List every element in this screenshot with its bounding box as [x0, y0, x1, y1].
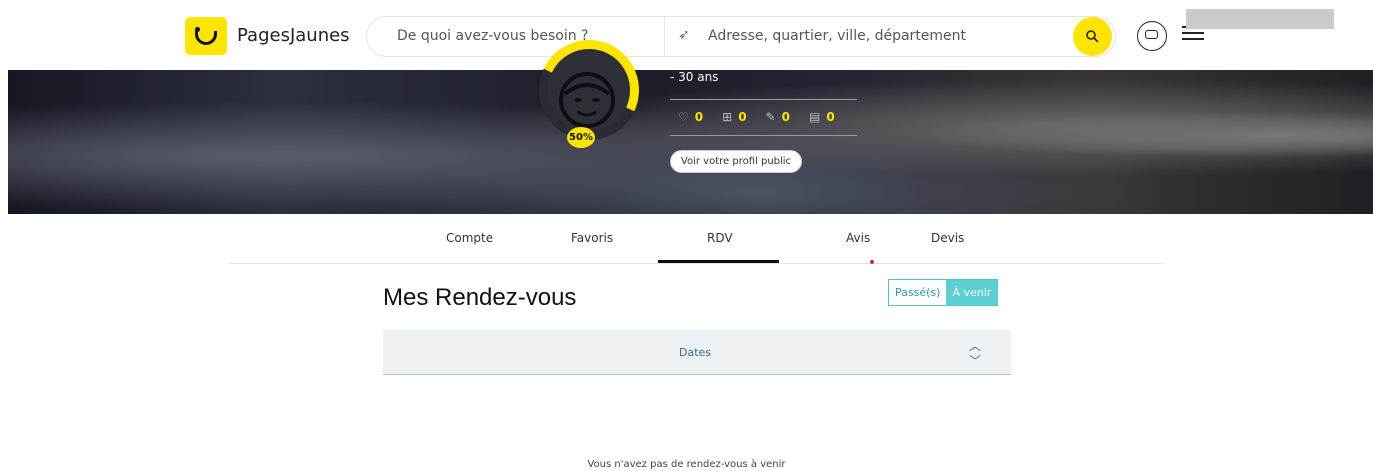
tab-avis[interactable]: Avis [846, 231, 870, 245]
stat-quotes[interactable]: ▤ 0 [809, 110, 835, 124]
profile-stats: ♡ 0 ⊞ 0 ✎ 0 ▤ 0 [678, 110, 854, 124]
dates-sort-header[interactable]: Dates ︿ ﹀ [383, 330, 1011, 375]
rdv-filter-toggle: Passé(s) À venir [888, 279, 999, 306]
tab-devis[interactable]: Devis [931, 231, 964, 245]
tab-favoris[interactable]: Favoris [571, 231, 613, 245]
search-icon [1086, 30, 1099, 43]
search-bar: De quoi avez-vous besoin ? ➶ Adresse, qu… [366, 16, 1116, 57]
search-where-input[interactable]: Adresse, quartier, ville, département [708, 28, 966, 44]
document-icon: ▤ [808, 110, 821, 124]
completion-badge: 50% [567, 127, 595, 148]
pencil-icon: ✎ [765, 110, 776, 124]
profile-tabs: Compte Favoris RDV Avis Devis [229, 214, 1165, 264]
plus-box-icon: ⊞ [722, 110, 733, 124]
pagesjaunes-logo-icon[interactable] [185, 17, 227, 55]
account-placeholder[interactable] [1186, 9, 1334, 29]
active-tab-indicator [658, 260, 779, 263]
stat-reviews[interactable]: ✎ 0 [766, 110, 790, 124]
notification-dot [870, 260, 874, 264]
profile-age: - 30 ans [670, 70, 719, 84]
search-divider [664, 17, 665, 56]
public-profile-button[interactable]: Voir votre profil public [670, 150, 802, 173]
search-button[interactable] [1073, 17, 1112, 56]
dates-label: Dates [679, 346, 712, 359]
empty-state-message: Vous n'avez pas de rendez-vous à venir [587, 459, 786, 470]
search-what-input[interactable]: De quoi avez-vous besoin ? [397, 28, 588, 44]
divider [670, 135, 857, 136]
tab-rdv[interactable]: RDV [707, 231, 733, 245]
page-title: Mes Rendez-vous [383, 284, 577, 311]
toggle-past[interactable]: Passé(s) [889, 280, 947, 305]
chat-button[interactable] [1137, 21, 1167, 51]
divider [670, 99, 857, 100]
stat-rdv[interactable]: ⊞ 0 [722, 110, 746, 124]
chevron-down-icon[interactable]: ﹀ [969, 352, 981, 369]
chat-bubble-icon [1145, 30, 1158, 39]
stat-favorites[interactable]: ♡ 0 [678, 110, 703, 124]
tab-compte[interactable]: Compte [446, 231, 493, 245]
profile-banner [8, 70, 1373, 214]
heart-icon: ♡ [678, 110, 689, 124]
toggle-upcoming[interactable]: À venir [946, 280, 998, 305]
location-arrow-icon: ➶ [678, 27, 690, 43]
avatar-face-icon [559, 72, 615, 128]
logo-text[interactable]: PagesJaunes [237, 25, 350, 46]
